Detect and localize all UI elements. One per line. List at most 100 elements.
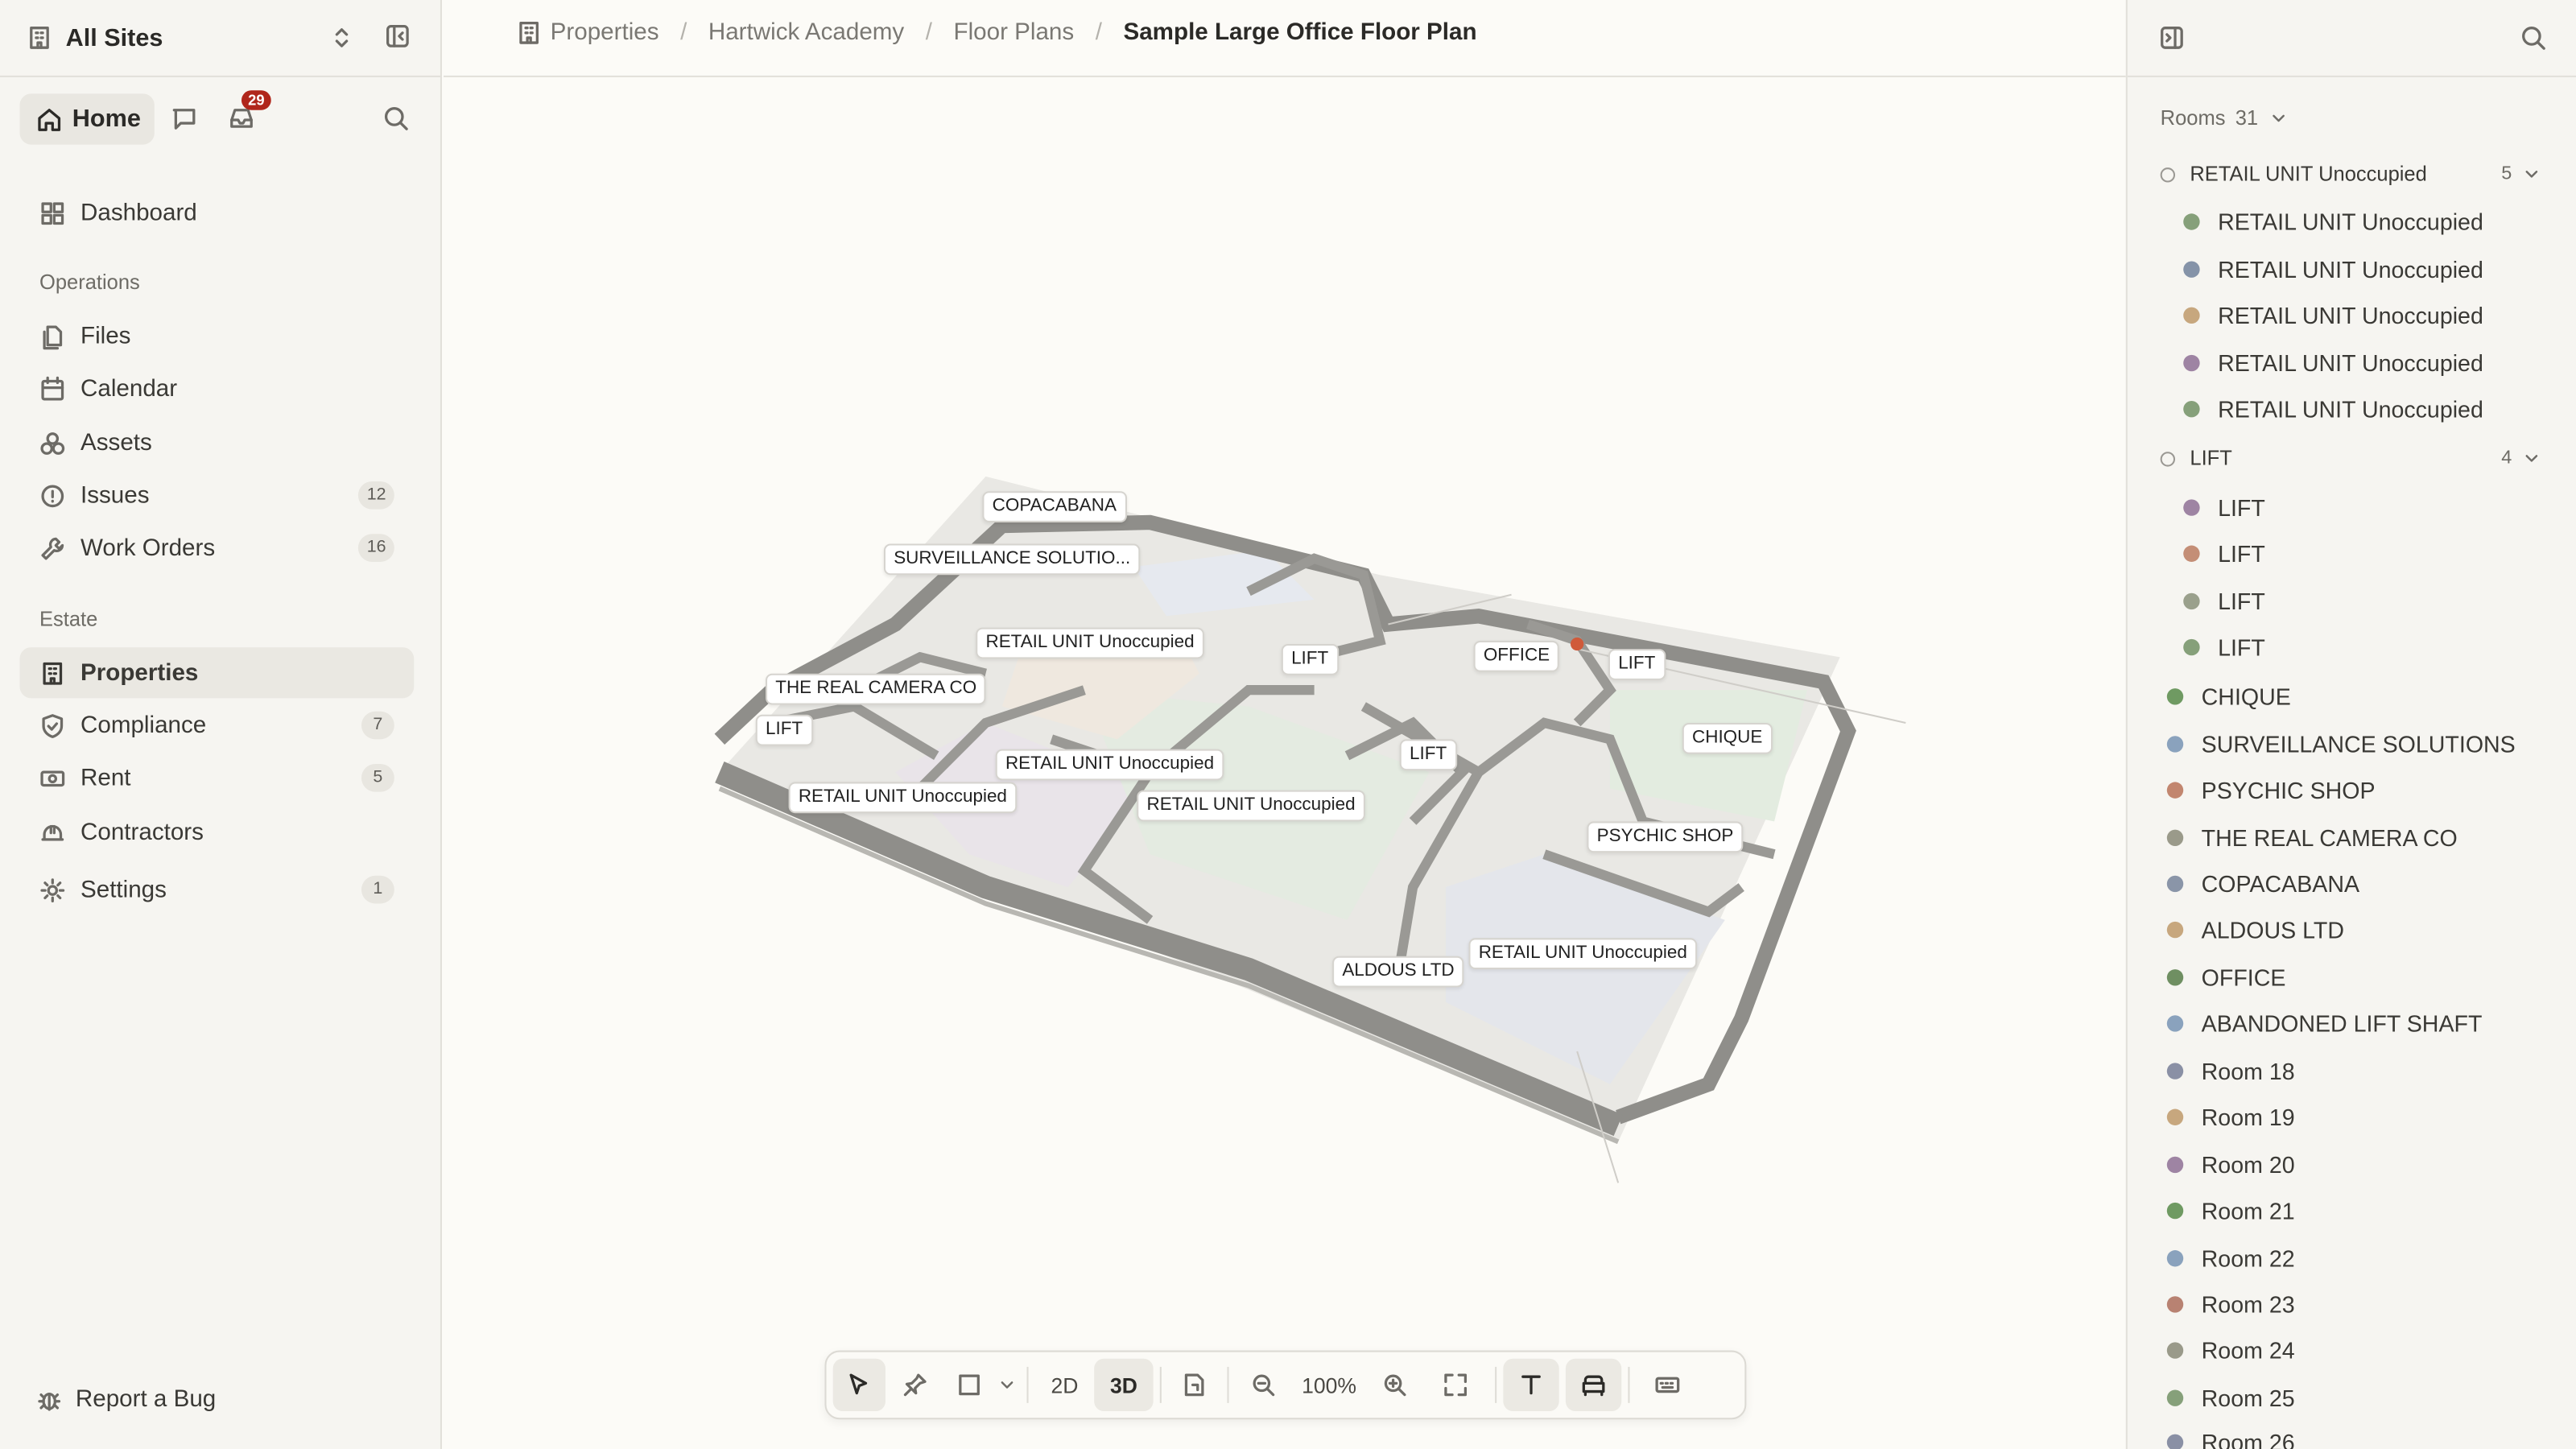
breadcrumb-item[interactable]: Properties: [551, 19, 659, 46]
search-icon[interactable]: [383, 105, 410, 132]
nav-compliance[interactable]: Compliance 7: [19, 700, 414, 750]
nav-files[interactable]: Files: [19, 311, 414, 361]
fit-screen-button[interactable]: [1422, 1359, 1488, 1411]
room-group[interactable]: LIFT 4: [2128, 436, 2576, 481]
keyboard-shortcuts-button[interactable]: [1637, 1359, 1699, 1411]
shape-tool-button[interactable]: [944, 1359, 993, 1411]
home-button[interactable]: Home: [19, 93, 155, 145]
room-label[interactable]: LIFT: [1608, 649, 1666, 680]
search-icon[interactable]: [2520, 25, 2547, 52]
collapse-sidebar-icon[interactable]: [385, 23, 411, 50]
room-label[interactable]: RETAIL UNIT Unoccupied: [995, 749, 1224, 781]
room-item[interactable]: Room 25: [2128, 1375, 2576, 1421]
room-label[interactable]: LIFT: [1399, 739, 1457, 771]
room-item[interactable]: SURVEILLANCE SOLUTIONS: [2128, 721, 2576, 767]
room-group[interactable]: RETAIL UNIT Unoccupied 5: [2128, 151, 2576, 197]
room-item[interactable]: LIFT: [2128, 625, 2576, 671]
chat-icon[interactable]: [171, 105, 197, 132]
room-label[interactable]: OFFICE: [1473, 640, 1560, 672]
room-item[interactable]: Room 19: [2128, 1094, 2576, 1140]
room-item[interactable]: RETAIL UNIT Unoccupied: [2128, 386, 2576, 432]
shield-check-icon: [42, 713, 64, 737]
floorplan-3d-model: [714, 476, 1906, 1183]
room-item[interactable]: CHIQUE: [2128, 674, 2576, 720]
zoom-in-button[interactable]: [1367, 1359, 1422, 1411]
nav-properties[interactable]: Properties: [19, 647, 415, 699]
room-item[interactable]: THE REAL CAMERA CO: [2128, 815, 2576, 861]
room-item[interactable]: LIFT: [2128, 530, 2576, 576]
room-label[interactable]: THE REAL CAMERA CO: [766, 673, 987, 705]
room-item[interactable]: LIFT: [2128, 485, 2576, 530]
square-icon: [959, 1374, 980, 1396]
room-item[interactable]: Room 18: [2128, 1048, 2576, 1094]
room-label[interactable]: LIFT: [755, 714, 813, 746]
room-item[interactable]: OFFICE: [2128, 955, 2576, 1001]
alert-circle-icon: [41, 484, 64, 507]
mode-2d-button[interactable]: 2D: [1035, 1359, 1094, 1411]
room-item[interactable]: RETAIL UNIT Unoccupied: [2128, 246, 2576, 292]
room-item-label: Room 26: [2201, 1429, 2295, 1449]
shape-dropdown-button[interactable]: [994, 1359, 1021, 1411]
collapse-panel-icon[interactable]: [2159, 25, 2186, 52]
room-label[interactable]: CHIQUE: [1682, 722, 1773, 754]
room-item[interactable]: Room 26: [2128, 1419, 2576, 1449]
room-label[interactable]: PSYCHIC SHOP: [1587, 821, 1744, 853]
nav-issues[interactable]: Issues 12: [19, 470, 414, 521]
breadcrumb-item[interactable]: Floor Plans: [954, 19, 1075, 46]
room-label[interactable]: SURVEILLANCE SOLUTIO...: [883, 543, 1141, 576]
room-label[interactable]: ALDOUS LTD: [1332, 956, 1464, 988]
site-switcher[interactable]: All Sites: [27, 16, 418, 59]
floorplan-canvas[interactable]: COPACABANA SURVEILLANCE SOLUTIO... RETAI…: [444, 77, 2126, 1449]
nav-assets[interactable]: Assets: [19, 417, 414, 468]
room-item[interactable]: RETAIL UNIT Unoccupied: [2128, 292, 2576, 338]
room-item-label: RETAIL UNIT Unoccupied: [2218, 302, 2483, 329]
room-item[interactable]: LIFT: [2128, 578, 2576, 624]
nav-work-orders[interactable]: Work Orders 16: [19, 522, 414, 573]
marker-pin[interactable]: [1571, 637, 1584, 651]
room-item[interactable]: Room 20: [2128, 1141, 2576, 1187]
section-operations: Operations: [39, 270, 140, 295]
room-item[interactable]: RETAIL UNIT Unoccupied: [2128, 199, 2576, 245]
layers-button[interactable]: [1168, 1359, 1220, 1411]
room-item[interactable]: Room 24: [2128, 1327, 2576, 1373]
room-label[interactable]: RETAIL UNIT Unoccupied: [1137, 790, 1365, 822]
breadcrumb-separator: /: [680, 19, 687, 47]
nav-label: Rent: [80, 764, 131, 791]
nav-settings[interactable]: Settings 1: [19, 864, 414, 914]
floorplan-icon: [1184, 1373, 1204, 1397]
toolbar-divider: [1628, 1366, 1630, 1403]
pin-tool-button[interactable]: [886, 1359, 944, 1411]
zoom-out-button[interactable]: [1236, 1359, 1291, 1411]
room-label[interactable]: COPACABANA: [982, 491, 1127, 522]
furniture-button[interactable]: [1565, 1358, 1622, 1412]
room-color-dot: [2183, 307, 2200, 324]
breadcrumb-current: Sample Large Office Floor Plan: [1123, 19, 1477, 47]
text-labels-button[interactable]: [1503, 1358, 1559, 1412]
nav-dashboard[interactable]: Dashboard: [19, 188, 414, 238]
room-item[interactable]: Room 22: [2128, 1236, 2576, 1282]
nav-calendar[interactable]: Calendar: [19, 363, 414, 414]
keyboard-icon: [1655, 1377, 1680, 1393]
room-item[interactable]: ABANDONED LIFT SHAFT: [2128, 1001, 2576, 1046]
room-label[interactable]: RETAIL UNIT Unoccupied: [1468, 938, 1698, 970]
breadcrumb-item[interactable]: Hartwick Academy: [708, 19, 904, 46]
room-item[interactable]: PSYCHIC SHOP: [2128, 767, 2576, 813]
room-item[interactable]: Room 23: [2128, 1282, 2576, 1327]
nav-contractors[interactable]: Contractors: [19, 807, 414, 857]
room-label[interactable]: RETAIL UNIT Unoccupied: [976, 627, 1204, 659]
room-label[interactable]: LIFT: [1281, 643, 1339, 675]
select-tool-button[interactable]: [832, 1358, 886, 1412]
breadcrumb-separator: /: [925, 19, 932, 47]
report-bug-link[interactable]: Report a Bug: [36, 1386, 216, 1413]
room-item[interactable]: COPACABANA: [2128, 861, 2576, 906]
room-item[interactable]: RETAIL UNIT Unoccupied: [2128, 340, 2576, 386]
nav-rent[interactable]: Rent 5: [19, 753, 414, 803]
room-label[interactable]: RETAIL UNIT Unoccupied: [788, 782, 1018, 814]
room-color-dot: [2166, 782, 2184, 799]
nav-count-badge: 12: [358, 481, 394, 510]
room-item[interactable]: ALDOUS LTD: [2128, 907, 2576, 953]
toolbar-divider: [1159, 1366, 1162, 1403]
room-item[interactable]: Room 21: [2128, 1187, 2576, 1233]
mode-3d-button[interactable]: 3D: [1094, 1358, 1154, 1412]
rooms-header[interactable]: Rooms 31: [2161, 107, 2288, 130]
